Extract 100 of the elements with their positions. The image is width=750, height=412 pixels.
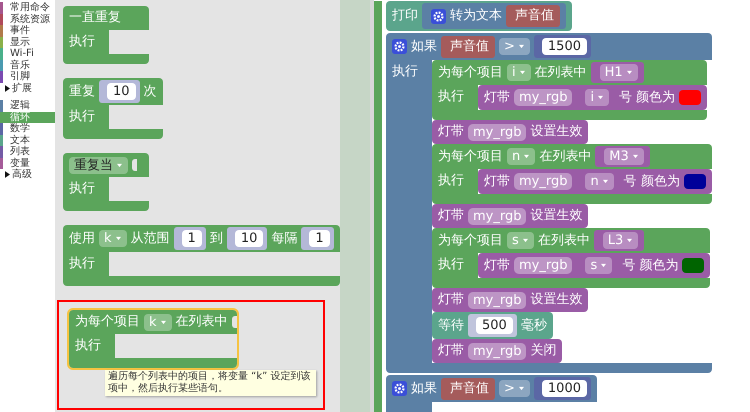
statement-block[interactable]: 等待 500 毫秒 [432, 312, 553, 339]
number-field[interactable]: 10 [107, 83, 136, 100]
block-label: 打印 [392, 7, 418, 25]
variable-field[interactable]: my_rgb [468, 208, 526, 224]
c-shaped-block[interactable]: 为每个项目 k 在列表中 执行 [69, 310, 237, 368]
caret-icon [632, 154, 639, 159]
gear-icon[interactable] [431, 8, 446, 24]
block-label: 从范围 [130, 230, 170, 248]
number-field[interactable]: 1000 [542, 380, 587, 397]
block-label: 灯带 [484, 172, 510, 190]
value-block[interactable]: 声音值 [441, 378, 495, 400]
color-swatch[interactable] [684, 174, 706, 189]
color-swatch[interactable] [679, 90, 702, 105]
expand-arrow-icon [5, 171, 10, 178]
category-item[interactable]: 高级 [0, 169, 55, 180]
dropdown-field[interactable]: n [585, 173, 614, 190]
gear-icon[interactable] [392, 39, 407, 54]
block-label: 声音值 [450, 38, 489, 56]
caret-icon [160, 320, 167, 324]
c-shaped-block[interactable]: 一直重复 执行 [63, 6, 149, 64]
block-label: 使用 [69, 230, 95, 248]
caret-icon [518, 386, 525, 391]
c-shaped-block[interactable]: 重复当 执行 [63, 153, 149, 211]
c-shaped-block[interactable]: 重复 10 次 执行 [63, 78, 163, 139]
dropdown-field[interactable]: L3 [602, 232, 638, 249]
caret-icon [114, 236, 122, 241]
block-label: 毫秒 [520, 316, 547, 334]
dropdown-field[interactable]: i [585, 89, 610, 106]
caret-icon [626, 70, 633, 75]
variable-field[interactable]: my_rgb [514, 89, 572, 106]
block-label: 在列表中 [534, 64, 587, 82]
number-field[interactable]: 1500 [542, 38, 587, 55]
block-label: 一直重复 [69, 9, 121, 27]
dropdown-field[interactable]: H1 [600, 64, 638, 81]
caret-icon [600, 263, 608, 268]
tooltip: 遍历每个列表中的项目，将变量 “k” 设定到该项中，然后执行某些语句。 [105, 370, 316, 396]
dropdown-field[interactable]: > [499, 38, 530, 55]
c-shaped-block[interactable]: 如果 声音值 > 1500 执行 为每个项目 i 在列表中 H1 执行 灯带 my_rgb i 号 颜色为 灯带 my_rgb 设置生效 为每个项目 n 在列表中 M3 执行 灯带 my_rgb n 号 颜色为 灯带 my_rgb 设置生效 为每个项目 s 在列表中 L3 执行 灯带 my_rgb s 号 颜色为 灯带 my_rgb 设置生效 等待 500 毫秒 灯带 my_rgb 关闭 [386, 33, 712, 373]
number-field[interactable]: 500 [476, 317, 513, 334]
number-field[interactable]: 1 [309, 230, 330, 247]
value-block[interactable]: 转为文本 声音值 [422, 3, 566, 29]
variable-field[interactable]: my_rgb [514, 257, 572, 274]
block-label: 等待 [438, 316, 464, 334]
block-label: 号 颜色为 [619, 88, 676, 106]
statement-block[interactable]: 灯带 my_rgb 设置生效 [432, 120, 588, 144]
palette-scrollbar[interactable] [340, 0, 374, 412]
caret-icon [597, 95, 604, 100]
block-label: 灯带 [484, 256, 510, 274]
dropdown-field[interactable]: M3 [604, 148, 644, 165]
block-label: 到 [210, 230, 223, 248]
variable-field[interactable]: my_rgb [468, 292, 526, 308]
statement-block[interactable]: 灯带 my_rgb s 号 颜色为 [478, 253, 710, 278]
block-label: 执行 [69, 181, 95, 196]
caret-icon [602, 179, 609, 184]
number-field[interactable]: 10 [234, 230, 264, 247]
block-label: 如果 [411, 38, 437, 56]
color-swatch[interactable] [682, 258, 704, 273]
value-block[interactable]: 声音值 [506, 5, 560, 27]
block-label: 设置生效 [530, 123, 582, 141]
value-block[interactable]: H1 [590, 62, 644, 83]
c-shaped-block[interactable]: 为每个项目 i 在列表中 H1 执行 灯带 my_rgb i 号 颜色为 [432, 60, 708, 120]
block-label: 设置生效 [530, 291, 582, 309]
category-item[interactable]: 扩展 [0, 82, 55, 94]
statement-block[interactable]: 打印 转为文本 声音值 [386, 1, 572, 31]
statement-block[interactable]: 灯带 my_rgb n 号 颜色为 [478, 169, 712, 194]
block-label: 在列表中 [539, 148, 592, 166]
input-socket [232, 316, 237, 328]
statement-block[interactable]: 灯带 my_rgb 设置生效 [432, 204, 588, 228]
value-block[interactable]: M3 [595, 146, 650, 167]
c-shaped-block[interactable]: 使用 k 从范围 1 到 10 每隔 1 执行 [63, 225, 340, 286]
block-label: 在列表中 [538, 232, 590, 250]
dropdown-field[interactable]: > [499, 380, 530, 397]
category-item[interactable]: 循环 [0, 112, 55, 123]
block-label: 执行 [392, 64, 418, 79]
number-field[interactable]: 1 [182, 230, 202, 247]
block-label: 灯带 [438, 207, 464, 225]
caret-icon [523, 154, 530, 159]
caret-icon [116, 162, 123, 168]
block-label: 执行 [75, 338, 101, 353]
variable-field[interactable]: my_rgb [514, 173, 572, 190]
block-label: 执行 [69, 34, 95, 49]
value-block[interactable]: 声音值 [441, 36, 495, 58]
gear-icon[interactable] [392, 381, 407, 396]
statement-block[interactable]: 灯带 my_rgb 关闭 [432, 339, 562, 363]
expand-arrow-icon [5, 84, 10, 92]
caret-icon [522, 238, 529, 243]
block-label: 次 [144, 82, 157, 100]
statement-block[interactable]: 灯带 my_rgb i 号 颜色为 [478, 85, 708, 110]
dropdown-field[interactable]: 重复当 [69, 156, 128, 174]
block-label: 执行 [438, 89, 464, 104]
block-label: 灯带 [438, 342, 464, 360]
dropdown-field[interactable]: s [585, 257, 612, 274]
caret-icon [518, 70, 526, 75]
variable-field[interactable]: my_rgb [468, 342, 526, 360]
c-shaped-block[interactable]: 为每个项目 s 在列表中 L3 执行 灯带 my_rgb s 号 颜色为 [432, 228, 710, 288]
value-block[interactable]: L3 [594, 230, 644, 251]
c-shaped-block[interactable]: 为每个项目 n 在列表中 M3 执行 灯带 my_rgb n 号 颜色为 [432, 144, 712, 204]
statement-block[interactable]: 灯带 my_rgb 设置生效 [432, 288, 588, 312]
block-label: 如果 [411, 380, 437, 398]
variable-field[interactable]: my_rgb [468, 124, 526, 140]
